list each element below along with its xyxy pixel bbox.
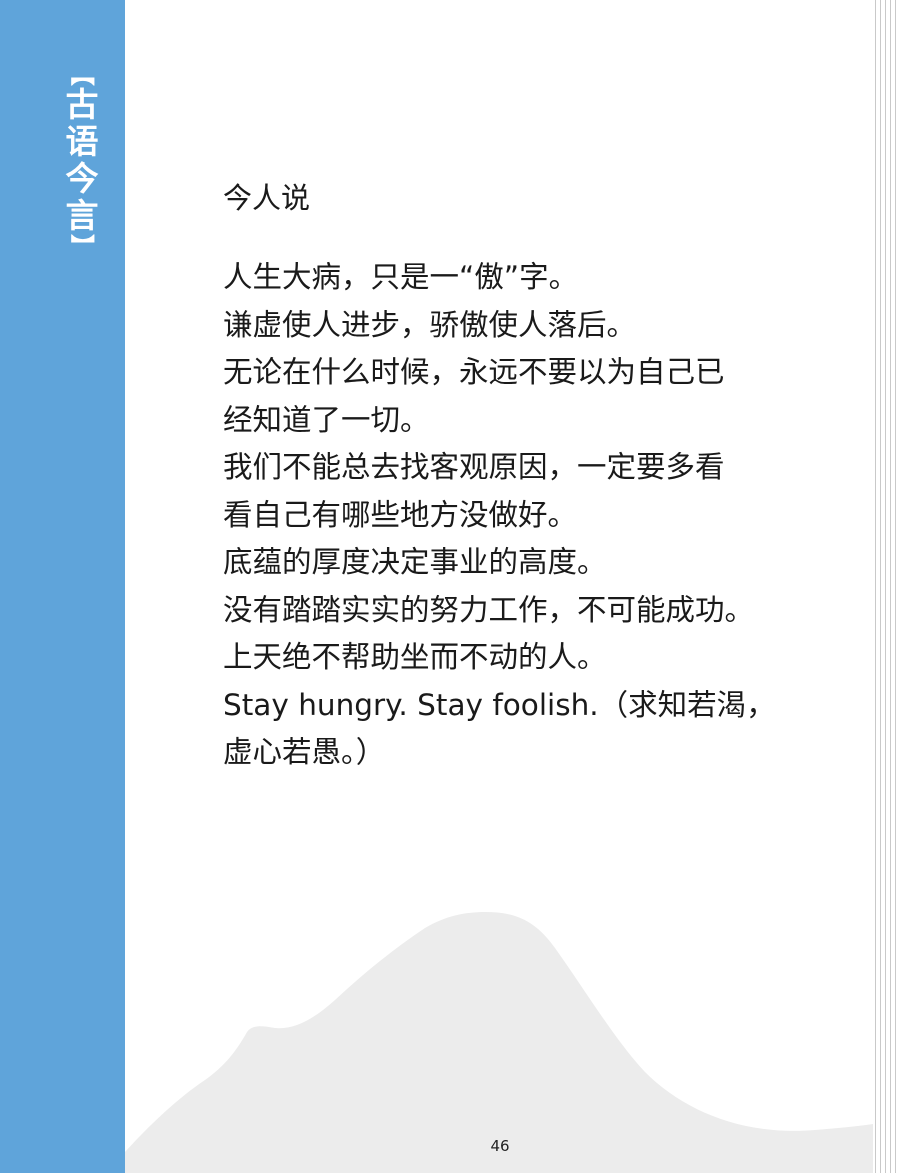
section-tab-char: 今 [65, 159, 99, 198]
section-tab-open-bracket: 【 [68, 62, 97, 86]
quote-line: Stay hungry. Stay foolish.（求知若渴， [223, 687, 776, 722]
section-tab: 【 古 语 今 言 】 [62, 62, 102, 258]
quote-line: 上天绝不帮助坐而不动的人。 [223, 640, 607, 674]
quote-line: 无论在什么时候，永远不要以为自己已 [223, 355, 725, 389]
quote-line: 经知道了一切。 [223, 402, 430, 437]
quote-line: 谦虚使人进步，骄傲使人落后。 [223, 307, 637, 342]
quote-line: 底蕴的厚度决定事业的高度。 [223, 545, 607, 579]
mountain-illustration [125, 912, 873, 1173]
sidebar-band: 【 古 语 今 言 】 [0, 0, 125, 1173]
section-tab-close-bracket: 】 [68, 234, 97, 258]
quote-line: 虚心若愚。） [223, 735, 386, 769]
section-tab-char: 古 [65, 85, 99, 124]
mountain-shape [125, 912, 873, 1173]
quote-line: 没有踏踏实实的努力工作，不可能成功。 [223, 592, 755, 627]
page-edge-lines [873, 0, 901, 1173]
section-tab-char: 言 [65, 196, 99, 235]
quote-lines: 人生大病，只是一“傲”字。 谦虚使人进步，骄傲使人落后。 无论在什么时候，永远不… [223, 254, 803, 777]
section-tab-char: 语 [65, 122, 99, 161]
quote-line: 看自己有哪些地方没做好。 [223, 497, 578, 532]
quote-block: 今人说 人生大病，只是一“傲”字。 谦虚使人进步，骄傲使人落后。 无论在什么时候… [223, 178, 803, 777]
page-number: 46 [490, 1137, 510, 1155]
quote-line: 人生大病，只是一“傲”字。 [223, 260, 579, 294]
section-heading: 今人说 [223, 181, 311, 215]
quote-line: 我们不能总去找客观原因，一定要多看 [223, 450, 725, 484]
